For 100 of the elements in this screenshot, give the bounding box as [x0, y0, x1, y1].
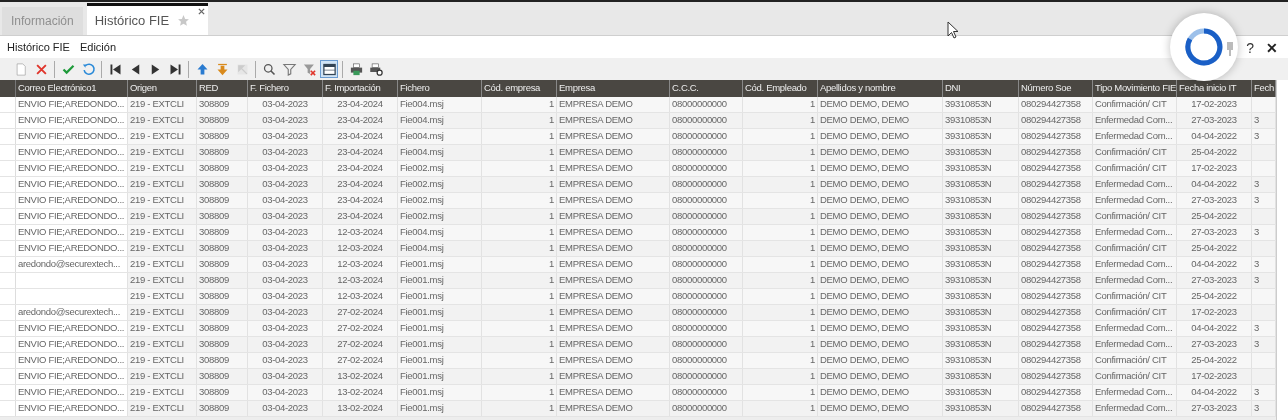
table-cell: Fie002.msj — [398, 177, 482, 192]
help-button[interactable]: ? — [1246, 38, 1254, 59]
table-cell: 23-04-2024 — [323, 161, 398, 176]
table-cell: ENVIO FIE;AREDONDO... — [16, 401, 128, 416]
table-cell: Fie001.msj — [398, 289, 482, 304]
table-cell: 03-04-2023 — [248, 241, 323, 256]
table-cell: DEMO DEMO, DEMO — [818, 321, 943, 336]
table-cell: 308809 — [197, 353, 248, 368]
table-cell: 03-04-2023 — [248, 193, 323, 208]
table-cell: 13-02-2024 — [323, 385, 398, 400]
table-cell: ENVIO FIE;AREDONDO... — [16, 113, 128, 128]
table-cell: 25-04-2022 — [1177, 209, 1252, 224]
table-cell: Enfermedad Com... — [1093, 337, 1177, 352]
table-cell: ENVIO FIE;AREDONDO... — [16, 129, 128, 144]
table-cell: EMPRESA DEMO — [557, 321, 670, 336]
table-cell: 219 - EXTCLI — [128, 161, 197, 176]
table-cell: 080294427358 — [1019, 129, 1093, 144]
table-cell: 12-03-2024 — [323, 241, 398, 256]
table-cell: 308809 — [197, 161, 248, 176]
table-cell: 03-04-2023 — [248, 257, 323, 272]
table-cell: 1 — [743, 209, 818, 224]
table-cell: 12-03-2024 — [323, 257, 398, 272]
table-cell: 1 — [482, 369, 557, 384]
table-cell: 1 — [743, 113, 818, 128]
table-cell: Fie001.msj — [398, 353, 482, 368]
table-cell: 17-02-2023 — [1177, 305, 1252, 320]
table-cell: 219 - EXTCLI — [128, 385, 197, 400]
table-cell: 04-04-2022 — [1177, 385, 1252, 400]
table-cell: 080294427358 — [1019, 337, 1093, 352]
table-cell: 1 — [743, 97, 818, 112]
table-cell: 1 — [743, 193, 818, 208]
table-cell: 23-04-2024 — [323, 209, 398, 224]
table-cell: DEMO DEMO, DEMO — [818, 305, 943, 320]
table-cell: 308809 — [197, 337, 248, 352]
table-cell: 080294427358 — [1019, 353, 1093, 368]
table-cell: 080294427358 — [1019, 401, 1093, 416]
table-cell: Enfermedad Com... — [1093, 129, 1177, 144]
table-cell: 1 — [743, 257, 818, 272]
table-cell: DEMO DEMO, DEMO — [818, 177, 943, 192]
table-cell: 39310853N — [943, 241, 1019, 256]
table-cell: 1 — [482, 161, 557, 176]
table-cell: 1 — [482, 177, 557, 192]
table-cell: 1 — [482, 209, 557, 224]
table-cell: DEMO DEMO, DEMO — [818, 241, 943, 256]
table-cell: 080294427358 — [1019, 97, 1093, 112]
table-cell: 04-04-2022 — [1177, 321, 1252, 336]
table-cell: 03-04-2023 — [248, 177, 323, 192]
table-cell: 1 — [743, 225, 818, 240]
table-cell: 080294427358 — [1019, 177, 1093, 192]
table-cell: DEMO DEMO, DEMO — [818, 353, 943, 368]
table-cell: aredondo@securextech... — [16, 257, 128, 272]
table-cell: 308809 — [197, 129, 248, 144]
menu-item[interactable]: Edición — [79, 38, 117, 56]
table-cell: ENVIO FIE;AREDONDO... — [16, 369, 128, 384]
table-cell: 39310853N — [943, 225, 1019, 240]
table-cell: Enfermedad Com... — [1093, 257, 1177, 272]
table-cell: 08000000000 — [670, 385, 743, 400]
table-cell: 25-04-2022 — [1177, 241, 1252, 256]
table-cell: Fie001.msj — [398, 257, 482, 272]
table-cell: ENVIO FIE;AREDONDO... — [16, 193, 128, 208]
table-cell: Enfermedad Com... — [1093, 225, 1177, 240]
table-cell: 308809 — [197, 193, 248, 208]
table-cell: 219 - EXTCLI — [128, 97, 197, 112]
table-cell: 08000000000 — [670, 145, 743, 160]
table-cell: 219 - EXTCLI — [128, 129, 197, 144]
table-cell: 080294427358 — [1019, 145, 1093, 160]
table-cell: Fie001.msj — [398, 305, 482, 320]
table-cell: ENVIO FIE;AREDONDO... — [16, 161, 128, 176]
table-cell: 1 — [482, 337, 557, 352]
table-cell: EMPRESA DEMO — [557, 145, 670, 160]
table-cell: ENVIO FIE;AREDONDO... — [16, 177, 128, 192]
table-cell: 1 — [482, 241, 557, 256]
table-cell: 12-03-2024 — [323, 273, 398, 288]
table-cell: EMPRESA DEMO — [557, 369, 670, 384]
close-button[interactable]: ✕ — [1266, 38, 1278, 59]
table-cell: 27-03-2023 — [1177, 401, 1252, 416]
menu-item[interactable]: Histórico FIE — [7, 38, 70, 56]
table-cell: 03-04-2023 — [248, 273, 323, 288]
table-cell: Fie001.msj — [398, 273, 482, 288]
table-cell: 08000000000 — [670, 193, 743, 208]
table-cell: 1 — [743, 353, 818, 368]
table-cell: Fie001.msj — [398, 321, 482, 336]
table-cell: EMPRESA DEMO — [557, 129, 670, 144]
table-cell: 08000000000 — [670, 353, 743, 368]
table-cell: 08000000000 — [670, 97, 743, 112]
table-cell: 080294427358 — [1019, 305, 1093, 320]
table-cell: 1 — [482, 113, 557, 128]
table-cell: 17-02-2023 — [1177, 161, 1252, 176]
table-cell: 23-04-2024 — [323, 177, 398, 192]
table-cell: 1 — [482, 225, 557, 240]
table-cell: Enfermedad Com... — [1093, 321, 1177, 336]
table-cell: 308809 — [197, 241, 248, 256]
table-cell: 23-04-2024 — [323, 145, 398, 160]
table-cell: 08000000000 — [670, 273, 743, 288]
table-cell: 04-04-2022 — [1177, 177, 1252, 192]
tab[interactable]: Histórico FIE — [86, 3, 209, 35]
table-cell: 308809 — [197, 209, 248, 224]
table-cell: 03-04-2023 — [248, 113, 323, 128]
table-cell: 08000000000 — [670, 401, 743, 416]
table-cell: Fie002.msj — [398, 209, 482, 224]
